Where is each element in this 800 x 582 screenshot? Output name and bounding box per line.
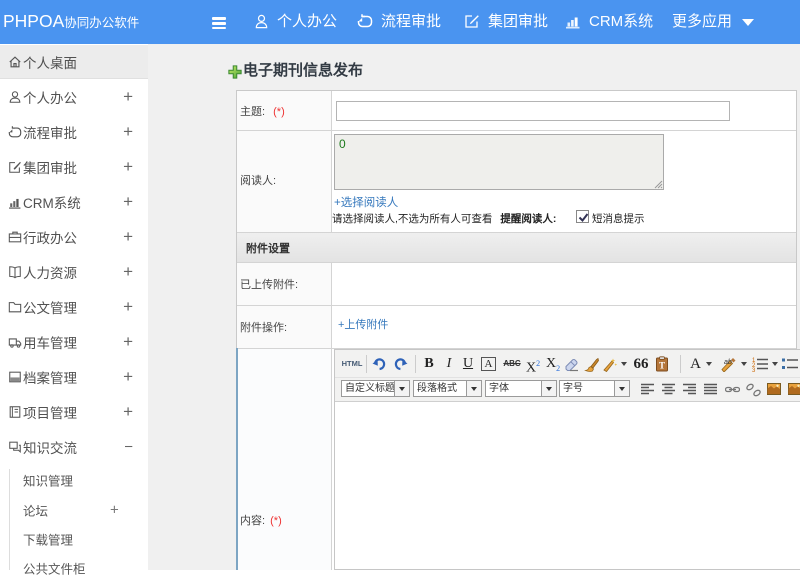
svg-text:ab: ab — [724, 359, 732, 366]
svg-text:3: 3 — [752, 368, 756, 372]
svg-text:T: T — [659, 361, 665, 371]
